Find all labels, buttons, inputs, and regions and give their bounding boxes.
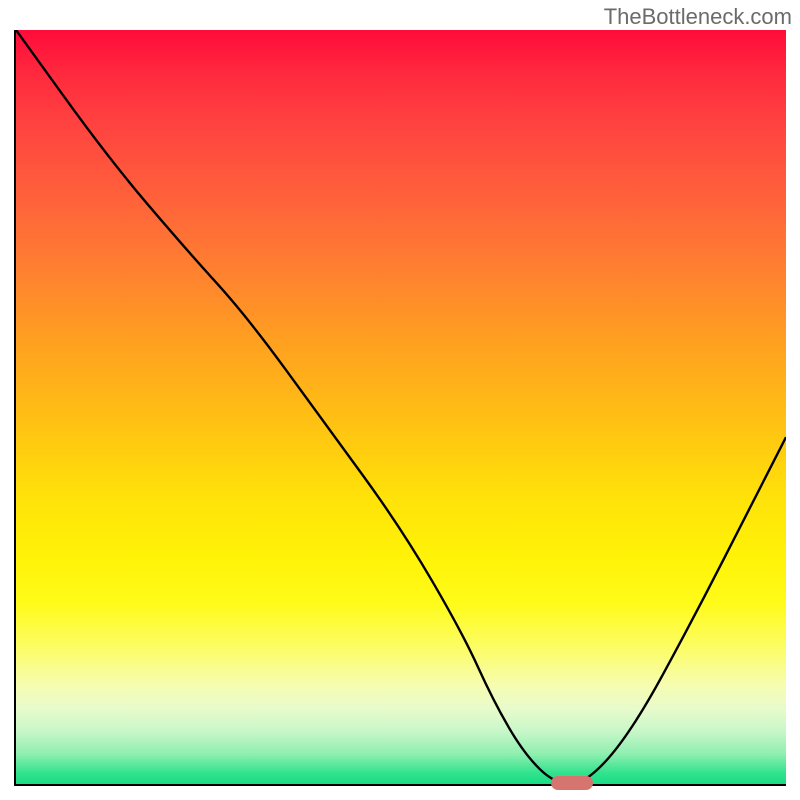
attribution-text: TheBottleneck.com bbox=[604, 4, 792, 30]
plot-area bbox=[14, 30, 786, 786]
optimal-marker bbox=[551, 776, 593, 790]
heatmap-gradient bbox=[16, 30, 786, 784]
